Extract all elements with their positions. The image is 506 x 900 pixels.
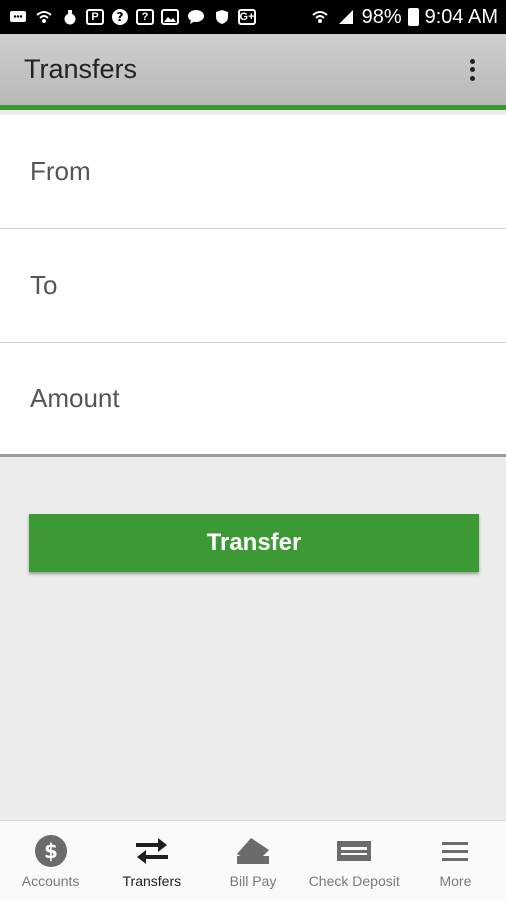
battery-percent: 98% — [361, 5, 402, 28]
overflow-menu-icon[interactable] — [462, 54, 482, 86]
system-status: 98% 9:04 AM — [310, 6, 498, 29]
check-icon — [336, 833, 372, 869]
nav-transfers-label: Transfers — [122, 872, 182, 889]
to-account-field[interactable]: To — [0, 229, 506, 343]
app-question-icon: ? — [136, 9, 154, 25]
dollar-icon: $ — [34, 833, 68, 869]
transfer-form: From To Amount — [0, 115, 506, 457]
nav-transfers[interactable]: Transfers — [101, 821, 202, 900]
menu-icon — [441, 833, 469, 869]
transfer-arrows-icon — [134, 833, 170, 869]
nav-bill-pay-label: Bill Pay — [229, 872, 277, 889]
from-account-field[interactable]: From — [0, 115, 506, 229]
nav-check-deposit[interactable]: Check Deposit — [304, 821, 405, 900]
svg-text:$: $ — [44, 839, 58, 863]
transfer-button[interactable]: Transfer — [29, 514, 479, 572]
battery-icon — [407, 8, 419, 26]
bottom-nav: $ Accounts Transfers Bill Pay Check Depo… — [0, 820, 506, 900]
nav-more-label: More — [439, 872, 472, 889]
nav-check-deposit-label: Check Deposit — [308, 872, 400, 889]
nav-accounts-label: Accounts — [21, 872, 80, 889]
image-icon — [160, 8, 180, 26]
wifi-calling-icon — [34, 8, 54, 26]
page-title: Transfers — [24, 54, 138, 84]
nav-more[interactable]: More — [405, 821, 506, 900]
notification-icons: P ? ? G+ — [8, 8, 256, 26]
help-icon: ? — [110, 8, 130, 26]
clock: 9:04 AM — [424, 5, 498, 28]
app-bar: Transfers — [0, 34, 506, 110]
nav-accounts[interactable]: $ Accounts — [0, 821, 101, 900]
signal-icon — [336, 8, 356, 26]
bill-pay-icon — [235, 833, 271, 869]
amount-field[interactable]: Amount — [0, 343, 506, 457]
shield-icon — [212, 8, 232, 26]
money-bag-icon — [60, 8, 80, 26]
nav-bill-pay[interactable]: Bill Pay — [202, 821, 303, 900]
status-bar: P ? ? G+ 98% 9:04 AM — [0, 0, 506, 34]
svg-text:?: ? — [117, 10, 124, 24]
message-icon — [8, 8, 28, 26]
app-p-icon: P — [86, 9, 104, 25]
google-plus-icon: G+ — [238, 9, 256, 25]
chat-icon — [186, 8, 206, 26]
wifi-icon — [310, 8, 330, 26]
